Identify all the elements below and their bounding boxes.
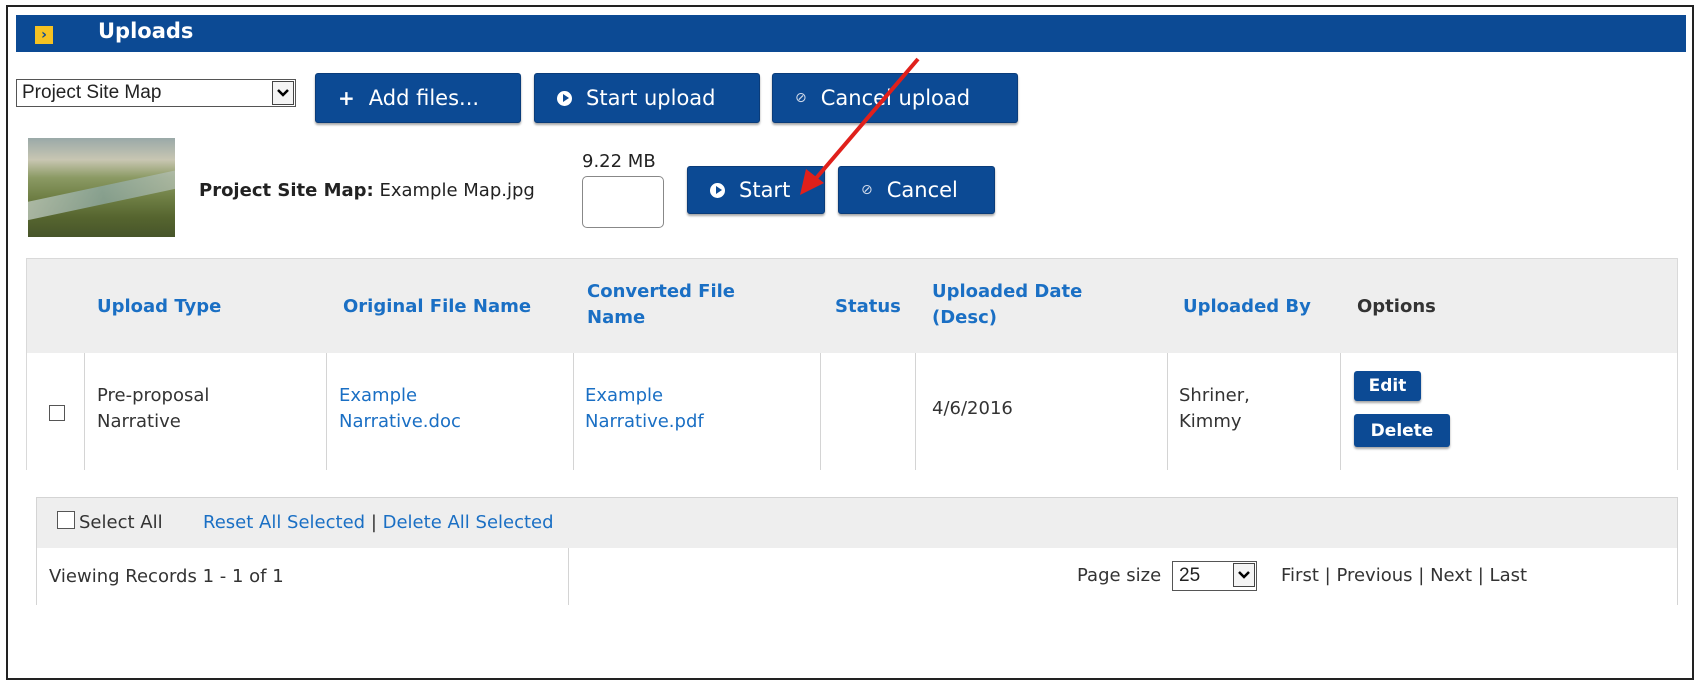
play-circle-icon — [710, 182, 725, 198]
start-upload-label: Start upload — [586, 86, 716, 110]
add-files-label: Add files... — [368, 86, 480, 110]
pending-file-name: Project Site Map: Example Map.jpg — [199, 180, 535, 201]
pager: First | Previous | Next | Last — [1281, 564, 1527, 588]
file-thumbnail — [28, 138, 175, 237]
page-size-select[interactable]: 25 — [1172, 561, 1257, 591]
delete-button[interactable]: Delete — [1354, 414, 1450, 447]
table-footer: Select All Reset All Selected | Delete A… — [36, 497, 1678, 605]
chevron-down-icon[interactable] — [1233, 563, 1255, 587]
bulk-actions-bar: Select All Reset All Selected | Delete A… — [37, 498, 1677, 549]
pending-file-type: Project Site Map: — [199, 180, 374, 201]
reset-all-selected-link[interactable]: Reset All Selected — [203, 512, 365, 533]
converted-file-link[interactable]: Example Narrative.pdf — [585, 383, 765, 435]
cancel-icon: ⊘ — [795, 90, 807, 106]
play-circle-icon — [557, 90, 572, 106]
start-upload-button[interactable]: Start upload — [534, 73, 760, 123]
pager-last[interactable]: Last — [1490, 565, 1528, 586]
edit-button[interactable]: Edit — [1354, 371, 1421, 401]
column-uploaded-by[interactable]: Uploaded By — [1183, 294, 1311, 320]
viewing-records: Viewing Records 1 - 1 of 1 — [49, 566, 284, 587]
upload-type-selected: Project Site Map — [22, 82, 162, 103]
delete-all-selected-link[interactable]: Delete All Selected — [383, 512, 554, 533]
select-all-checkbox[interactable] — [57, 511, 75, 529]
pager-separator: | — [1477, 565, 1484, 586]
upload-type-select[interactable]: Project Site Map — [16, 79, 296, 107]
panel-header: › Uploads — [16, 15, 1686, 52]
start-label: Start — [739, 178, 791, 202]
column-status[interactable]: Status — [835, 294, 901, 320]
pager-separator: | — [1418, 565, 1425, 586]
cancel-upload-button[interactable]: ⊘ Cancel upload — [772, 73, 1018, 123]
column-divider — [84, 353, 85, 470]
pager-previous[interactable]: Previous — [1336, 565, 1412, 586]
column-upload-type[interactable]: Upload Type — [97, 294, 221, 320]
panel-title: Uploads — [98, 19, 194, 43]
column-divider — [915, 353, 916, 470]
column-divider — [820, 353, 821, 470]
bulk-links: Reset All Selected | Delete All Selected — [203, 511, 554, 535]
plus-icon: + — [338, 86, 355, 110]
column-converted-file-name[interactable]: Converted File Name — [587, 279, 777, 331]
uploads-table: Upload Type Original File Name Converted… — [26, 258, 1678, 470]
row-checkbox[interactable] — [49, 405, 65, 421]
column-divider — [326, 353, 327, 470]
page-size-label: Page size — [1077, 565, 1162, 586]
cancel-upload-label: Cancel upload — [820, 86, 971, 110]
pager-bar: Viewing Records 1 - 1 of 1 Page size 25 … — [37, 548, 1677, 605]
cancel-label: Cancel — [886, 178, 958, 202]
cell-uploaded-by: Shriner, Kimmy — [1179, 385, 1250, 432]
link-separator: | — [370, 512, 377, 533]
select-all-label[interactable]: Select All — [79, 511, 163, 535]
table-row: Pre-proposal Narrative Example Narrative… — [27, 353, 1677, 470]
pager-separator: | — [1324, 565, 1331, 586]
upload-progress — [582, 176, 664, 228]
chevron-down-icon[interactable] — [272, 81, 294, 105]
column-original-file-name[interactable]: Original File Name — [343, 294, 531, 320]
original-file-link[interactable]: Example Narrative.doc — [339, 383, 519, 435]
column-options: Options — [1357, 296, 1436, 317]
pending-file-filename: Example Map.jpg — [379, 180, 535, 201]
column-divider — [573, 353, 574, 470]
column-divider — [1167, 353, 1168, 470]
page-size-value: 25 — [1179, 565, 1201, 586]
table-header: Upload Type Original File Name Converted… — [27, 259, 1677, 354]
column-divider — [568, 548, 569, 605]
file-size: 9.22 MB — [582, 151, 656, 172]
pager-next[interactable]: Next — [1430, 565, 1472, 586]
add-files-button[interactable]: + Add files... — [315, 73, 521, 123]
column-divider — [1340, 353, 1341, 470]
start-button[interactable]: Start — [687, 166, 825, 214]
cell-uploaded-date: 4/6/2016 — [932, 398, 1013, 419]
column-uploaded-date[interactable]: Uploaded Date (Desc) — [932, 279, 1122, 331]
cancel-icon: ⊘ — [861, 182, 873, 198]
cancel-button[interactable]: ⊘ Cancel — [838, 166, 995, 214]
cell-upload-type: Pre-proposal Narrative — [97, 385, 210, 432]
chevron-right-icon[interactable]: › — [35, 26, 53, 44]
pager-first[interactable]: First — [1281, 565, 1319, 586]
